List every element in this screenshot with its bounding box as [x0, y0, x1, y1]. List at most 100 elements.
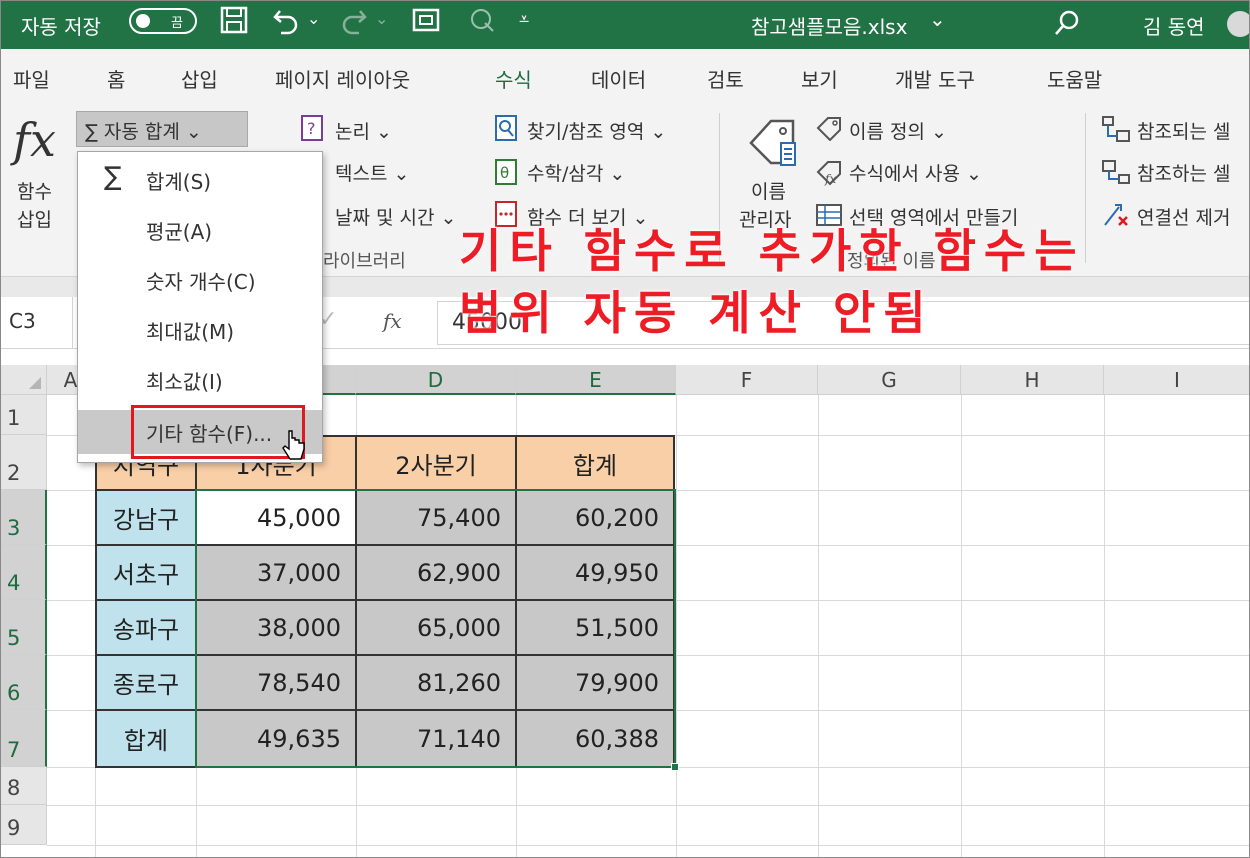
table-cell[interactable]: 71,140: [355, 709, 517, 768]
name-box[interactable]: C3: [1, 297, 73, 349]
table-row-label[interactable]: 종로구: [95, 654, 197, 711]
menu-item-max[interactable]: 최대값(M): [78, 308, 322, 352]
table-cell[interactable]: 81,260: [355, 654, 517, 711]
trace-precedents-button[interactable]: 참조되는 셀: [1137, 117, 1230, 144]
trace-dependents-icon: [1101, 159, 1131, 192]
column-header[interactable]: E: [516, 365, 676, 395]
text-button[interactable]: 텍스트 ⌄: [335, 159, 409, 186]
menu-item-average[interactable]: 평균(A): [78, 208, 322, 252]
table-cell[interactable]: 49,950: [515, 544, 675, 601]
touch-mode-icon[interactable]: [467, 5, 497, 41]
table-row-label[interactable]: 송파구: [95, 599, 197, 656]
define-name-button[interactable]: 이름 정의 ⌄: [849, 117, 947, 144]
table-cell[interactable]: 62,900: [355, 544, 517, 601]
table-cell[interactable]: 65,000: [355, 599, 517, 656]
table-cell[interactable]: 60,388: [515, 709, 675, 768]
autosum-label[interactable]: ∑ 자동 합계 ⌄: [85, 117, 202, 144]
tab-view[interactable]: 보기: [801, 64, 838, 93]
fill-handle[interactable]: [671, 763, 679, 771]
row-header[interactable]: 9: [1, 805, 47, 845]
table-cell[interactable]: 49,635: [195, 709, 357, 768]
menu-item-min[interactable]: 최소값(I): [78, 358, 322, 402]
save-icon[interactable]: [219, 5, 249, 41]
redo-icon[interactable]: [339, 5, 369, 41]
tab-home[interactable]: 홈: [107, 64, 125, 93]
svg-text:?: ?: [307, 119, 316, 138]
table-cell[interactable]: 79,900: [515, 654, 675, 711]
search-icon[interactable]: [1053, 9, 1081, 43]
table-cell[interactable]: 51,500: [515, 599, 675, 656]
gridline: [1104, 395, 1105, 857]
undo-dropdown-icon[interactable]: ⌄: [307, 9, 320, 28]
trace-dependents-button[interactable]: 참조하는 셀: [1137, 159, 1230, 186]
row-header[interactable]: 1: [1, 395, 47, 435]
table-cell[interactable]: 78,540: [195, 654, 357, 711]
lookup-button[interactable]: 찾기/참조 영역 ⌄: [527, 117, 666, 144]
column-header[interactable]: H: [961, 365, 1104, 395]
table-row-label[interactable]: 강남구: [95, 489, 197, 546]
table-header-cell[interactable]: 합계: [515, 435, 675, 491]
tab-review[interactable]: 검토: [707, 64, 744, 93]
camera-icon[interactable]: [411, 5, 441, 41]
avatar[interactable]: [1227, 11, 1249, 37]
excel-window: 자동 저장 끔 ⌄ ⌄ ⩡ 참고샘플모음.xlsx ⌄ 김 동연 파일 홈 삽입…: [0, 0, 1250, 858]
row-header[interactable]: 5: [1, 600, 47, 655]
file-name: 참고샘플모음.xlsx: [751, 15, 908, 39]
gridline: [818, 395, 819, 857]
table-header-cell[interactable]: 2사분기: [355, 435, 517, 491]
highlight-box: [131, 405, 305, 459]
tab-data[interactable]: 데이터: [591, 64, 646, 93]
insert-function-label-1[interactable]: 함수: [17, 177, 52, 204]
tag-icon: [815, 115, 843, 146]
column-header[interactable]: D: [356, 365, 516, 395]
customize-qat-icon[interactable]: ⩡: [519, 9, 529, 30]
table-cell[interactable]: 37,000: [195, 544, 357, 601]
logical-button[interactable]: 논리 ⌄: [335, 117, 392, 144]
table-row-label[interactable]: 합계: [95, 709, 197, 768]
file-name-caret-icon[interactable]: ⌄: [929, 7, 946, 31]
row-header[interactable]: 4: [1, 545, 47, 600]
annotation-line-2: 범위 자동 계산 안됨: [459, 286, 934, 340]
name-manager-icon[interactable]: [745, 113, 801, 176]
name-manager-label-1[interactable]: 이름: [751, 177, 786, 204]
logical-icon: ?: [301, 115, 323, 146]
select-all-corner[interactable]: [1, 365, 47, 395]
tab-formulas[interactable]: 수식: [495, 64, 532, 105]
redo-dropdown-icon[interactable]: ⌄: [375, 9, 388, 28]
column-header[interactable]: I: [1104, 365, 1249, 395]
remove-arrows-button[interactable]: 연결선 제거: [1137, 203, 1230, 230]
column-header[interactable]: F: [676, 365, 818, 395]
tab-file[interactable]: 파일: [13, 64, 50, 93]
insert-function-label-2[interactable]: 삽입: [17, 205, 52, 232]
remove-arrows-icon: [1101, 201, 1131, 234]
fx-icon[interactable]: fx: [383, 309, 402, 333]
row-header[interactable]: 6: [1, 655, 47, 710]
table-row-label[interactable]: 서초구: [95, 544, 197, 601]
tab-page-layout[interactable]: 페이지 레이아웃: [275, 64, 410, 93]
math-button[interactable]: 수학/삼각 ⌄: [527, 159, 625, 186]
table-cell-active[interactable]: 45,000: [195, 489, 357, 546]
tab-developer[interactable]: 개발 도구: [895, 64, 975, 93]
autosave-toggle[interactable]: 끔: [129, 8, 197, 34]
gridline: [961, 395, 962, 857]
menu-item-sum[interactable]: 합계(S): [78, 158, 322, 202]
table-cell[interactable]: 60,200: [515, 489, 675, 546]
math-icon: θ: [495, 159, 517, 190]
row-header[interactable]: 8: [1, 767, 47, 805]
tab-help[interactable]: 도움말: [1047, 64, 1102, 93]
datetime-button[interactable]: 날짜 및 시간 ⌄: [335, 203, 456, 230]
menu-item-count[interactable]: 숫자 개수(C): [78, 258, 322, 302]
undo-icon[interactable]: [271, 5, 301, 41]
lookup-icon: [495, 115, 517, 146]
row-header[interactable]: 3: [1, 490, 47, 545]
tab-insert[interactable]: 삽입: [181, 64, 218, 93]
row-header[interactable]: 7: [1, 710, 47, 767]
column-header[interactable]: G: [818, 365, 961, 395]
table-cell[interactable]: 75,400: [355, 489, 517, 546]
row-header[interactable]: 2: [1, 435, 47, 490]
use-in-formula-button[interactable]: 수식에서 사용 ⌄: [849, 159, 982, 186]
ribbon-tabs: 파일 홈 삽입 페이지 레이아웃 수식 데이터 검토 보기 개발 도구 도움말: [1, 49, 1249, 105]
insert-function-icon[interactable]: fx: [13, 113, 56, 167]
table-cell[interactable]: 38,000: [195, 599, 357, 656]
user-name[interactable]: 김 동연: [1143, 11, 1205, 40]
